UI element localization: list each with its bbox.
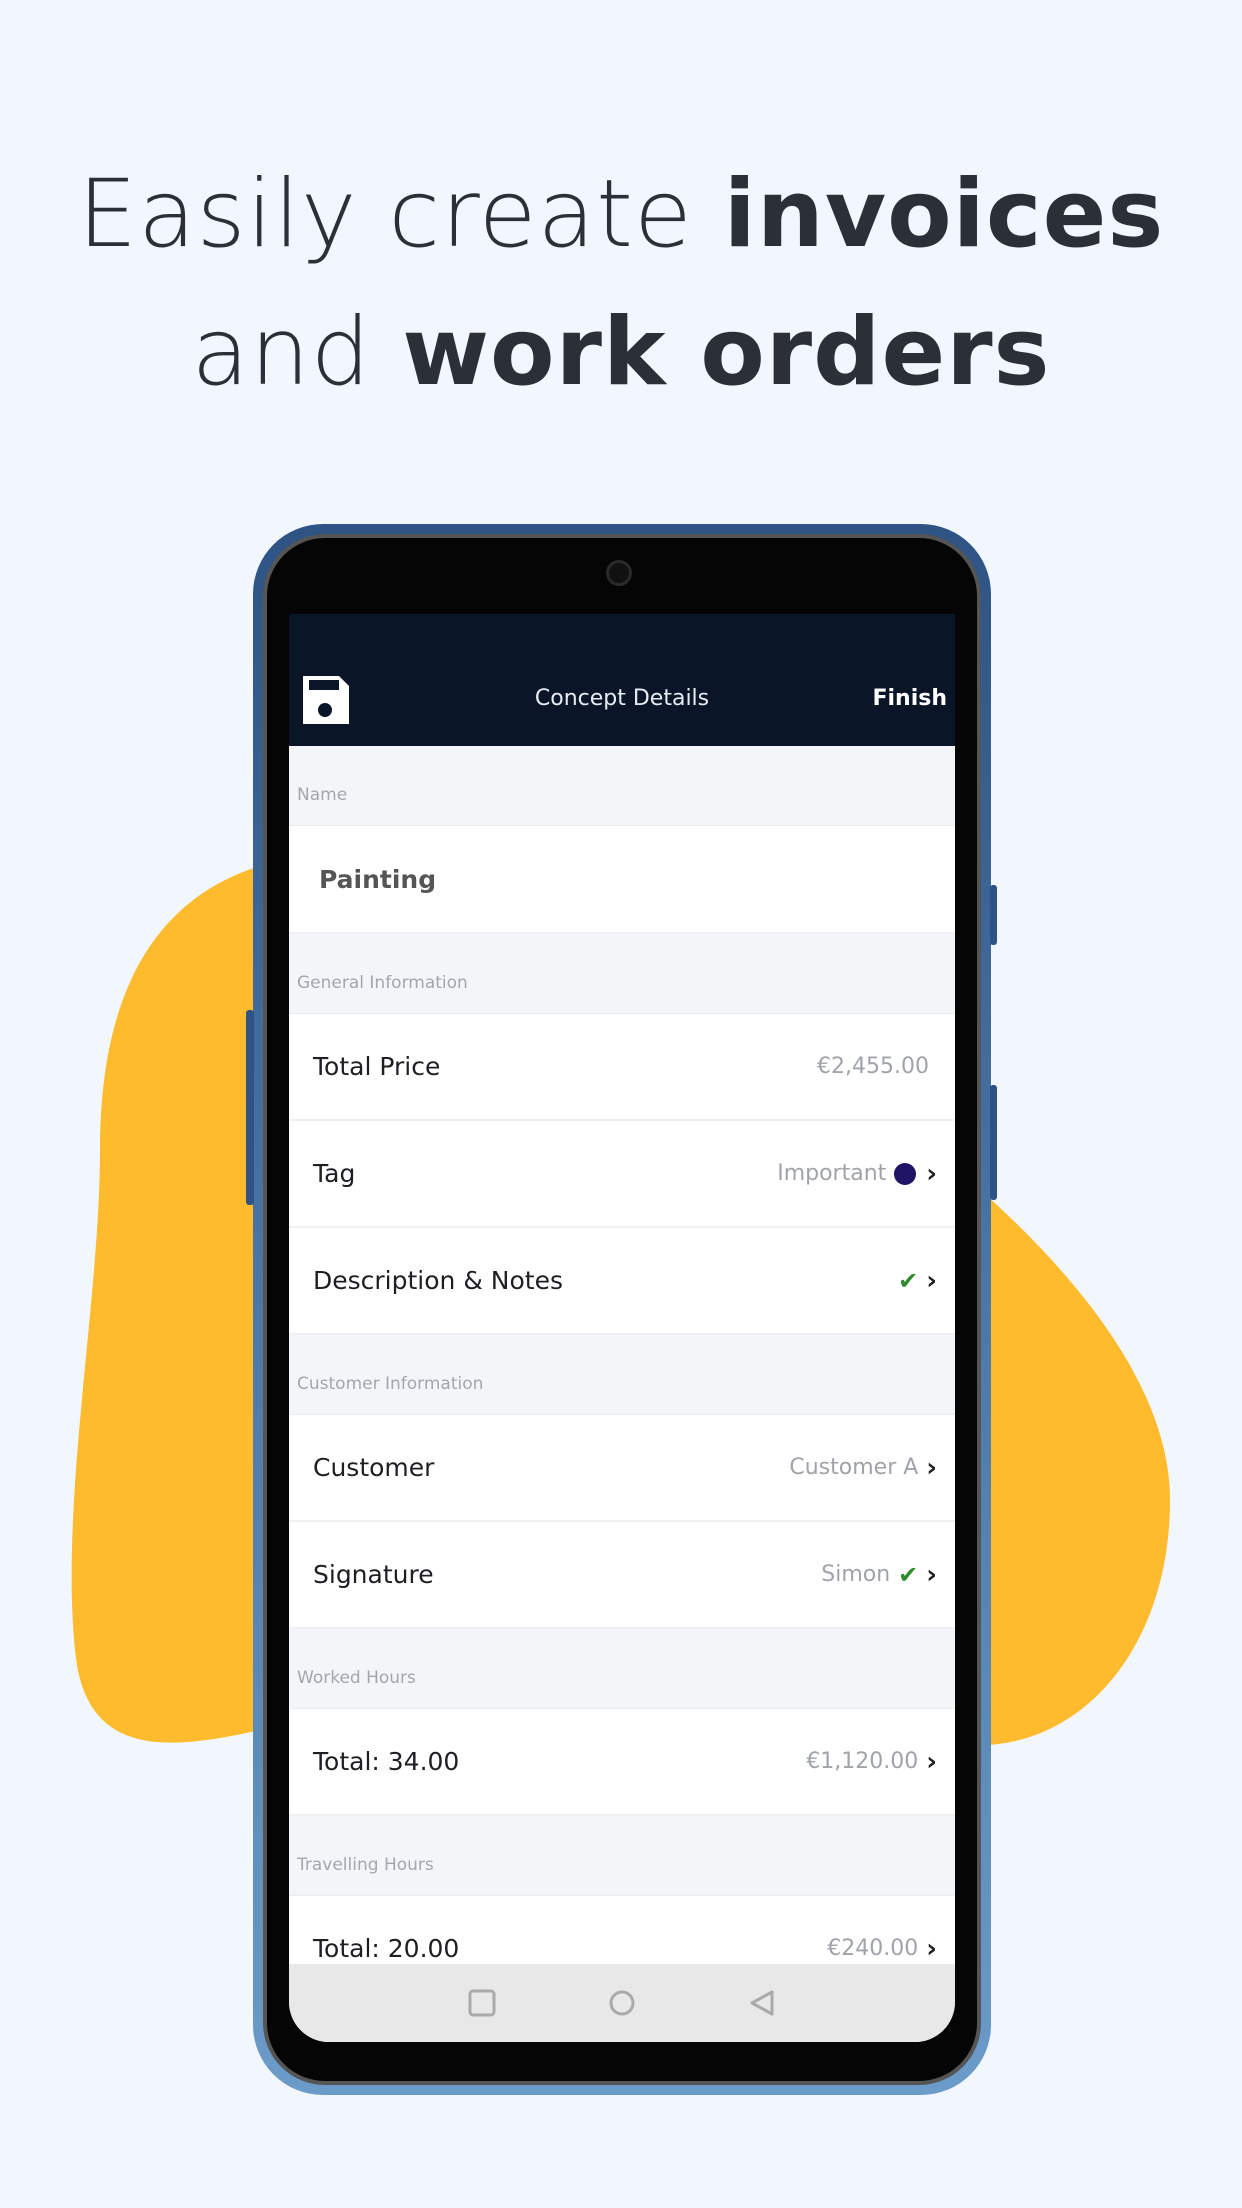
row-value: Important: [777, 1161, 887, 1186]
check-icon: ✔: [898, 1266, 919, 1295]
check-icon: ✔: [898, 1560, 919, 1589]
recents-square-icon[interactable]: [467, 1988, 497, 2018]
row-label: Total: 20.00: [313, 1934, 460, 1963]
row-value: Simon: [821, 1562, 891, 1587]
phone-side-button: [246, 1010, 254, 1205]
row-value: €1,120.00: [806, 1749, 919, 1774]
chevron-right-icon: ›: [926, 1746, 937, 1777]
section-label: Name: [297, 785, 348, 805]
chevron-right-icon: ›: [926, 1265, 937, 1296]
section-header-general: General Information: [289, 934, 955, 1014]
customer-row[interactable]: Customer Customer A ›: [289, 1415, 955, 1522]
app-screen: Concept Details Finish Name Painting Gen…: [289, 614, 955, 2042]
section-header-worked-hours: Worked Hours: [289, 1629, 955, 1709]
row-label: Customer: [313, 1453, 435, 1482]
screen-title: Concept Details: [534, 686, 710, 711]
section-label: General Information: [297, 973, 468, 993]
camera-icon: [606, 560, 632, 586]
chevron-right-icon: ›: [926, 1933, 937, 1964]
row-label: Signature: [313, 1560, 434, 1589]
section-header-travelling-hours: Travelling Hours: [289, 1816, 955, 1896]
section-header-name: Name: [289, 746, 955, 826]
tag-color-dot-icon: [894, 1162, 917, 1185]
signature-row[interactable]: Signature Simon ✔ ›: [289, 1522, 955, 1629]
row-label: Total Price: [313, 1052, 441, 1081]
row-label: Tag: [313, 1159, 356, 1188]
finish-button[interactable]: Finish: [872, 686, 947, 711]
row-label: Total: 34.00: [313, 1747, 460, 1776]
phone-side-button: [990, 1085, 997, 1200]
android-nav-bar: [289, 1964, 955, 2042]
chevron-right-icon: ›: [926, 1158, 937, 1189]
row-value: €2,455.00: [817, 1054, 929, 1079]
row-label: Description & Notes: [313, 1266, 563, 1295]
tag-row[interactable]: Tag Important ›: [289, 1121, 955, 1228]
back-triangle-icon[interactable]: [747, 1988, 777, 2018]
name-value: Painting: [319, 864, 437, 894]
chevron-right-icon: ›: [926, 1452, 937, 1483]
section-label: Customer Information: [297, 1374, 484, 1394]
phone-side-button: [990, 885, 997, 945]
section-label: Travelling Hours: [297, 1855, 434, 1875]
total-price-row[interactable]: Total Price €2,455.00: [289, 1014, 955, 1121]
section-header-customer: Customer Information: [289, 1335, 955, 1415]
section-label: Worked Hours: [297, 1668, 416, 1688]
description-notes-row[interactable]: Description & Notes ✔ ›: [289, 1228, 955, 1335]
name-input[interactable]: Painting: [289, 826, 955, 934]
chevron-right-icon: ›: [926, 1559, 937, 1590]
row-value: Customer A: [789, 1455, 919, 1480]
app-bar: Concept Details Finish: [289, 614, 955, 746]
row-value: €240.00: [827, 1936, 919, 1961]
worked-hours-row[interactable]: Total: 34.00 €1,120.00 ›: [289, 1709, 955, 1816]
home-circle-icon[interactable]: [607, 1988, 637, 2018]
